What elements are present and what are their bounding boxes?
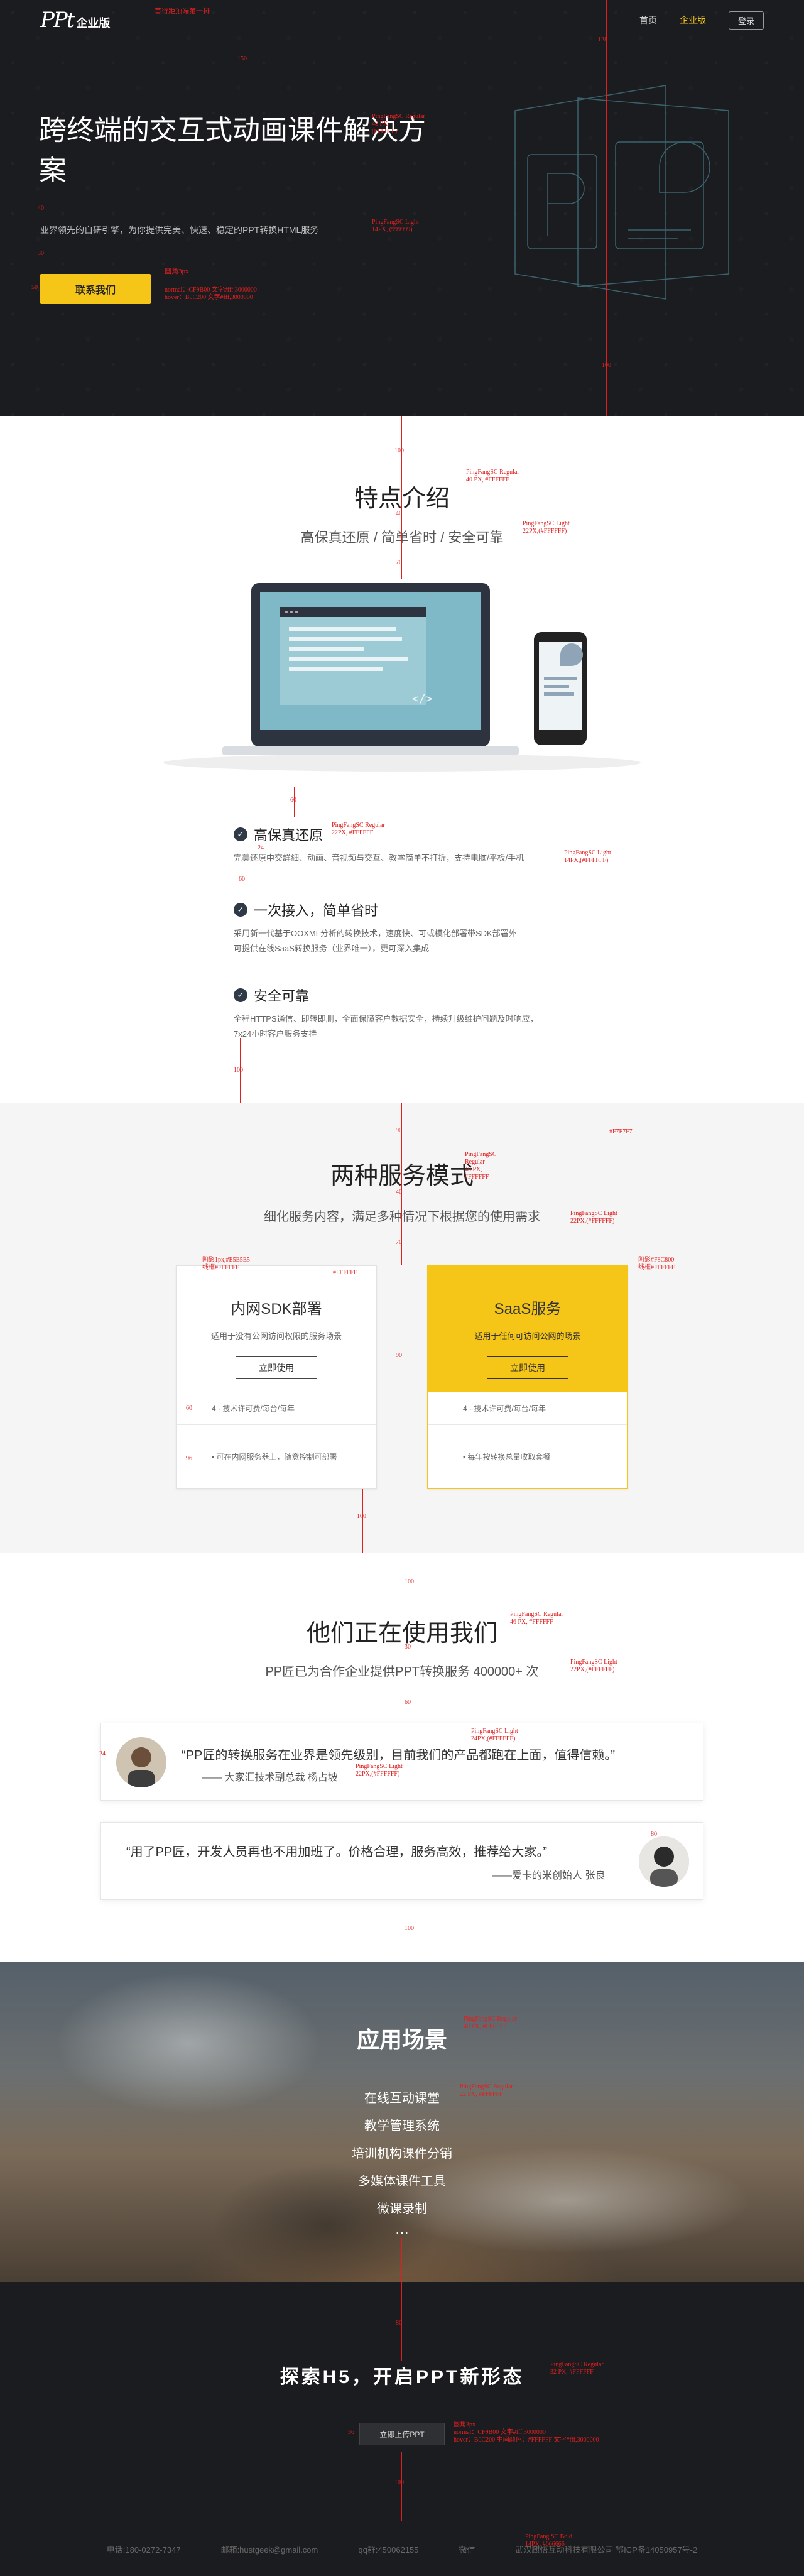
feature-description: 完美还原中交詳細、动画、音视频与交互、教学简单不打折，支持电脑/平板/手机 — [234, 853, 524, 863]
spec-guide — [240, 1038, 241, 1103]
footer-phone: 电话:180-0272-7347 — [106, 2545, 181, 2555]
spec-dimension: 100 — [234, 1067, 243, 1074]
upload-ppt-button[interactable]: 立即上传PPT — [359, 2423, 445, 2445]
spec-dimension: 60 — [405, 1699, 411, 1706]
scenes-title: 应用场景 — [356, 2027, 447, 2053]
spec-dimension: 70 — [396, 559, 402, 566]
feature-description: 采用新一代基于OOXML分析的转换技术，速度快、可或模化部署带SDK部署外 可提… — [234, 929, 517, 953]
nav-links: 首页 企业版 登录 — [639, 11, 764, 30]
features-title: 特点介绍 — [354, 486, 450, 512]
footer-email[interactable]: 邮箱:hustgeek@gmail.com — [221, 2543, 318, 2555]
card-feature-row: • 可在内网服务器上，随意控制可部署 — [177, 1424, 376, 1488]
spec-guide — [362, 1489, 363, 1553]
hero-subtitle: 业界领先的自研引擎，为你提供完美、快速、稳定的PPT转换HTML服务 — [40, 225, 319, 235]
avatar — [116, 1737, 166, 1787]
scene-item[interactable]: 在线互动课堂 — [0, 2085, 804, 2112]
ppt-blueprint-illustration — [514, 85, 729, 300]
laptop-phone-illustration: </> — [163, 583, 641, 772]
feature-item-fidelity: ✓ 高保真还原 完美还原中交詳細、动画、音视频与交互、教学简单不打折，支持电脑/平… — [234, 824, 585, 866]
feature-item-security: ✓ 安全可靠 全程HTTPS通信、即转即删，全面保障客户数据安全，持续升级维护问题… — [234, 985, 585, 1042]
scene-item[interactable]: 培训机构课件分销 — [0, 2140, 804, 2168]
spec-bg-color: #F7F7F7 — [609, 1128, 633, 1135]
spec-saas-shadow: 阴影#F8C800 线框#FFFFFF — [638, 1257, 675, 1271]
check-icon: ✓ — [234, 988, 247, 1002]
feature-title: 高保真还原 — [254, 827, 323, 843]
feature-title: 安全可靠 — [254, 988, 310, 1004]
spec-dimension: 100 — [394, 447, 404, 454]
card-title: SaaS服务 — [494, 1301, 562, 1318]
logo[interactable]: PPt 企业版 — [40, 8, 110, 33]
footer: 电话:180-0272-7347 邮箱:hustgeek@gmail.com q… — [0, 2522, 804, 2576]
testimonial-quote: “PP匠的转换服务在业界是领先级别，目前我们的产品都跑在上面，值得信赖。” — [182, 1749, 615, 1762]
person-icon — [639, 1836, 689, 1887]
spec-dimension: 100 — [394, 2479, 404, 2486]
feature-title: 一次接入，简单省时 — [254, 903, 379, 919]
footer-qq-group: qq群:450062155 — [358, 2545, 419, 2555]
footer-company: 武汉麒悟互动科技有限公司 鄂ICP备14050957号-2 — [515, 2545, 698, 2555]
scene-item[interactable]: 多媒体课件工具 — [0, 2168, 804, 2195]
services-subtitle: 细化服务内容，满足多种情况下根据您的使用需求 — [264, 1210, 540, 1224]
testimonial-quote: “用了PP匠，开发人员再也不用加班了。价格合理，服务高效，推荐给大家。” — [126, 1845, 547, 1859]
logo-mark: PPt — [40, 8, 75, 33]
scene-list: 在线互动课堂 教学管理系统 培训机构课件分销 多媒体课件工具 微课录制 ··· — [0, 2085, 804, 2242]
card-description: 适用于没有公网访问权限的服务场景 — [210, 1331, 342, 1341]
features-subtitle: 高保真还原 / 简单省时 / 安全可靠 — [300, 530, 504, 545]
feature-item-integration: ✓ 一次接入，简单省时 采用新一代基于OOXML分析的转换技术，速度快、可或模化部… — [234, 900, 585, 956]
services-title: 两种服务模式 — [330, 1163, 474, 1189]
cta-title: 探索H5，开启PPT新形态 — [280, 2367, 524, 2388]
spec-guide — [294, 787, 295, 817]
card-feature-row: • 每年按转换总量收取套餐 — [428, 1424, 627, 1488]
testimonial-card: “PP匠的转换服务在业界是领先级别，目前我们的产品都跑在上面，值得信赖。” ——… — [100, 1723, 704, 1801]
clients-section: 他们正在使用我们 PP匠已为合作企业提供PPT转换服务 400000+ 次 “P… — [0, 1553, 804, 1962]
cta-section: 探索H5，开启PPT新形态 立即上传PPT 80 100 PingFangSC … — [0, 2282, 804, 2576]
services-section: 两种服务模式 细化服务内容，满足多种情况下根据您的使用需求 内网SDK部署 适用… — [0, 1103, 804, 1553]
use-now-button[interactable]: 立即使用 — [487, 1356, 568, 1379]
spec-dimension: 100 — [405, 1925, 414, 1932]
card-title: 内网SDK部署 — [231, 1301, 322, 1318]
login-button[interactable]: 登录 — [728, 11, 764, 30]
check-icon: ✓ — [234, 827, 247, 841]
testimonial-card: “用了PP匠，开发人员再也不用加班了。价格合理，服务高效，推荐给大家。” ——爱… — [100, 1822, 704, 1900]
spec-button-states: 圆角3px normal：CF9B00 文字#fff,3000000 hover… — [454, 2421, 599, 2443]
hero-title: 跨终端的交互式动画课件解决方案 — [39, 115, 426, 186]
card-feature-row: 4 · 技术许可费/每台/每年 — [428, 1392, 627, 1424]
avatar — [639, 1836, 689, 1887]
nav-enterprise[interactable]: 企业版 — [680, 14, 706, 26]
testimonial-author: —— 大家汇技术副总裁 杨占坡 — [202, 1772, 338, 1783]
check-icon: ✓ — [234, 903, 247, 917]
clients-title: 他们正在使用我们 — [306, 1620, 497, 1647]
card-description: 适用于任何可访问公网的场景 — [474, 1331, 581, 1341]
footer-wechat[interactable]: 微信 — [459, 2543, 475, 2555]
svg-text:</>: </> — [412, 692, 433, 706]
scene-item[interactable]: 教学管理系统 — [0, 2112, 804, 2140]
nav-home[interactable]: 首页 — [639, 14, 657, 26]
spec-dimension: 90 — [396, 1352, 402, 1359]
spec-dimension: 36 — [348, 2429, 354, 2436]
spec-dimension: 80 — [396, 2320, 402, 2327]
spec-dimension: 60 — [290, 797, 296, 804]
feature-description: 全程HTTPS通信、即转即删，全面保障客户数据安全，持续升级维护问题及时响应， … — [234, 1014, 538, 1039]
service-card-sdk: 内网SDK部署 适用于没有公网访问权限的服务场景 立即使用 4 · 技术许可费/… — [176, 1265, 377, 1489]
clients-subtitle: PP匠已为合作企业提供PPT转换服务 400000+ 次 — [265, 1665, 539, 1679]
person-icon — [116, 1737, 166, 1787]
spec-guide — [401, 2282, 402, 2361]
contact-us-button[interactable]: 联系我们 — [40, 274, 151, 304]
scenes-section: 应用场景 在线互动课堂 教学管理系统 培训机构课件分销 多媒体课件工具 微课录制… — [0, 1962, 804, 2282]
navbar: PPt 企业版 首页 企业版 登录 — [0, 0, 804, 40]
use-now-button[interactable]: 立即使用 — [236, 1356, 317, 1379]
spec-dimension: 70 — [396, 1239, 402, 1246]
testimonial-author: ——爱卡的米创始人 张良 — [492, 1870, 606, 1881]
card-feature-row: 4 · 技术许可费/每台/每年 — [177, 1392, 376, 1424]
spec-guide — [401, 2452, 402, 2521]
spec-dimension: 60 — [239, 876, 245, 883]
hero-section: PPt 企业版 首页 企业版 登录 跨终端的交互式动画课件解决方案 业界领先的自… — [0, 0, 804, 416]
more-indicator: ··· — [395, 2224, 409, 2240]
spec-dimension: 100 — [357, 1513, 366, 1520]
logo-edition: 企业版 — [76, 17, 111, 30]
scene-item[interactable]: 微课录制 — [0, 2195, 804, 2223]
spec-dimension: 90 — [396, 1127, 402, 1134]
spec-dimension: 100 — [405, 1578, 414, 1585]
features-section: 特点介绍 高保真还原 / 简单省时 / 安全可靠 </> ✓ 高保真还原 完美还原… — [0, 416, 804, 1103]
service-card-saas: SaaS服务 适用于任何可访问公网的场景 立即使用 4 · 技术许可费/每台/每… — [427, 1265, 628, 1489]
